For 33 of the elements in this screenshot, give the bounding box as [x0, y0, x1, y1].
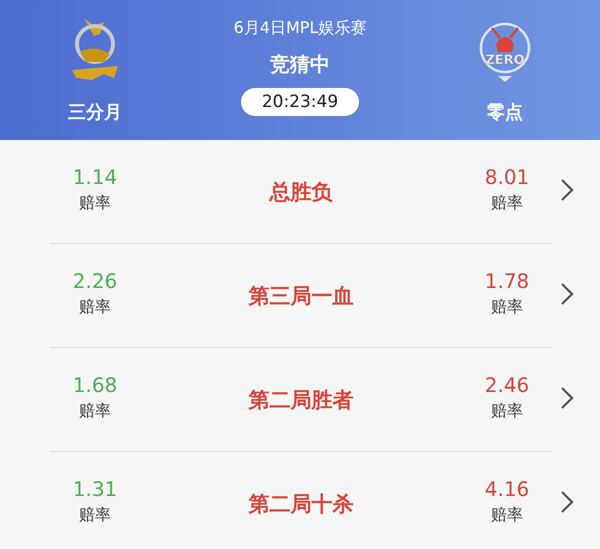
odds-label: 赔率 [79, 297, 111, 318]
odds-value: 1.14 [72, 165, 118, 189]
chevron-right-icon [560, 386, 574, 410]
chevron-right-icon [560, 178, 574, 202]
odds-value: 1.68 [72, 373, 118, 397]
match-status: 竞猜中 [270, 51, 330, 78]
odds-label: 赔率 [79, 401, 111, 422]
odds-value: 2.26 [72, 269, 118, 293]
odds-value: 4.16 [484, 477, 530, 501]
event-title: 6月4日MPL娱乐赛 [234, 18, 366, 39]
team-name: 零点 [487, 101, 523, 124]
odds-value: 1.78 [484, 269, 530, 293]
market-row[interactable]: 1.14 赔率 总胜负 8.01 赔率 [50, 140, 552, 244]
odds-value: 1.31 [72, 477, 118, 501]
odds-label: 赔率 [491, 505, 523, 526]
odds-label: 赔率 [79, 505, 111, 526]
market-row[interactable]: 2.26 赔率 第三局一血 1.78 赔率 [50, 244, 552, 348]
market-row[interactable]: 1.68 赔率 第二局胜者 2.46 赔率 [50, 348, 552, 452]
team-name: 三分月 [68, 101, 122, 124]
odds-value: 2.46 [484, 373, 530, 397]
odds-label: 赔率 [79, 193, 111, 214]
countdown-timer: 20:23:49 [241, 88, 359, 116]
market-title: 第二局十杀 [248, 490, 354, 518]
market-title: 第三局一血 [248, 282, 354, 310]
odds-label: 赔率 [491, 193, 523, 214]
market-row[interactable]: 1.31 赔率 第二局十杀 4.16 赔率 [50, 452, 552, 549]
odds-label: 赔率 [491, 401, 523, 422]
chevron-right-icon [560, 282, 574, 306]
odds-label: 赔率 [491, 297, 523, 318]
market-title: 总胜负 [268, 178, 334, 206]
odds-value: 8.01 [484, 165, 530, 189]
market-title: 第二局胜者 [248, 386, 354, 414]
chevron-right-icon [560, 490, 574, 514]
